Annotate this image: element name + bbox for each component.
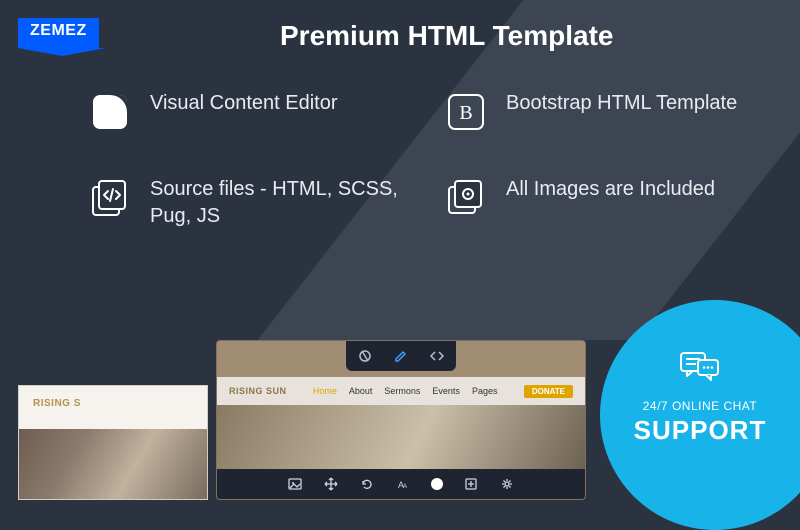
tool-add-icon[interactable] [463, 476, 479, 492]
thumbnail-brand: RISING S [33, 398, 81, 409]
tool-move-icon[interactable] [323, 476, 339, 492]
editor-preview: RISING SUN Home About Sermons Events Pag… [216, 340, 586, 500]
nav-item[interactable]: Sermons [384, 386, 420, 396]
template-nav: Home About Sermons Events Pages [313, 386, 498, 396]
template-thumbnail-left: RISING S [18, 385, 208, 500]
nav-item[interactable]: Home [313, 386, 337, 396]
tool-refresh-icon[interactable] [359, 476, 375, 492]
donate-button[interactable]: DONATE [524, 385, 573, 398]
feature-label: Visual Content Editor [150, 90, 338, 117]
brand-logo-badge: ZEMEZ [18, 18, 99, 48]
chat-icon [678, 348, 722, 391]
tool-active-dot[interactable] [431, 478, 443, 490]
thumbnail-hero-image [19, 429, 207, 499]
feature-grid: Visual Content Editor B Bootstrap HTML T… [88, 90, 760, 230]
editor-toolbar: AA [217, 469, 585, 499]
tool-text-icon[interactable]: AA [395, 476, 411, 492]
feature-label: Source files - HTML, SCSS, Pug, JS [150, 176, 404, 230]
feature-images-included: All Images are Included [444, 176, 760, 230]
images-icon [444, 176, 488, 220]
feature-source-files: Source files - HTML, SCSS, Pug, JS [88, 176, 404, 230]
template-hero-image [217, 405, 585, 469]
support-line1: 24/7 ONLINE CHAT [643, 399, 757, 413]
svg-text:A: A [403, 484, 407, 490]
content-editor-icon [88, 90, 132, 134]
mode-preview-icon[interactable] [356, 347, 374, 365]
tool-settings-icon[interactable] [499, 476, 515, 492]
page-title: Premium HTML Template [280, 20, 613, 52]
mode-code-icon[interactable] [428, 347, 446, 365]
nav-item[interactable]: About [349, 386, 373, 396]
nav-item[interactable]: Events [432, 386, 460, 396]
tool-image-icon[interactable] [287, 476, 303, 492]
template-header: RISING SUN Home About Sermons Events Pag… [217, 377, 585, 405]
nav-item[interactable]: Pages [472, 386, 498, 396]
template-brand: RISING SUN [229, 386, 287, 396]
feature-bootstrap: B Bootstrap HTML Template [444, 90, 760, 134]
svg-text:B: B [459, 102, 472, 124]
source-files-icon [88, 176, 132, 220]
feature-visual-editor: Visual Content Editor [88, 90, 404, 134]
editor-mode-tabs [346, 341, 456, 371]
bootstrap-icon: B [444, 90, 488, 134]
support-line2: SUPPORT [634, 415, 767, 446]
mode-edit-icon[interactable] [392, 347, 410, 365]
feature-label: All Images are Included [506, 176, 715, 203]
feature-label: Bootstrap HTML Template [506, 90, 737, 117]
